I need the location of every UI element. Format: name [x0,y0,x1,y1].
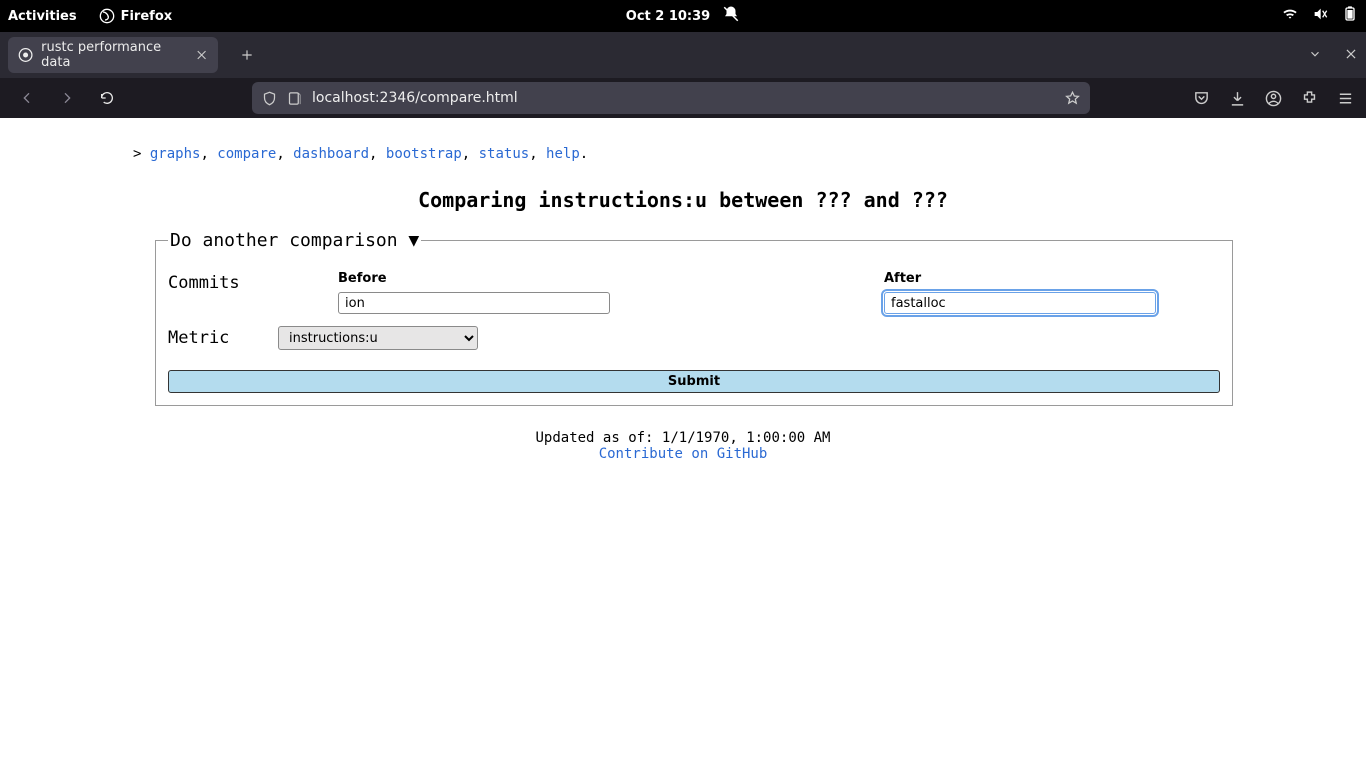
page-title: Comparing instructions:u between ??? and… [133,188,1233,212]
browser-tab-strip: rustc performance data [0,32,1366,78]
bookmark-star-icon[interactable] [1065,91,1080,106]
after-input[interactable] [884,292,1156,314]
page-info-icon [287,91,302,106]
forward-button[interactable] [52,83,82,113]
firefox-icon [99,8,115,24]
account-button[interactable] [1264,89,1282,107]
volume-icon[interactable] [1312,6,1328,26]
close-icon[interactable] [195,48,208,62]
url-text: localhost:2346/compare.html [312,90,518,106]
nav-link-compare[interactable]: compare [217,146,276,162]
nav-link-status[interactable]: status [479,146,530,162]
nav-link-help[interactable]: help [546,146,580,162]
nav-link-bootstrap[interactable]: bootstrap [386,146,462,162]
nav-link-graphs[interactable]: graphs [150,146,201,162]
updated-text: Updated as of: 1/1/1970, 1:00:00 AM [133,430,1233,446]
after-header: After [884,271,1220,286]
battery-icon[interactable] [1342,6,1358,26]
back-button[interactable] [12,83,42,113]
shield-icon [262,91,277,106]
browser-tab[interactable]: rustc performance data [8,37,218,73]
url-bar[interactable]: localhost:2346/compare.html [252,82,1090,114]
clock[interactable]: Oct 2 10:39 [626,9,710,24]
nav-link-dashboard[interactable]: dashboard [293,146,369,162]
commits-label: Commits [168,271,338,293]
window-close-button[interactable] [1344,46,1358,65]
pocket-button[interactable] [1192,89,1210,107]
all-tabs-button[interactable] [1308,46,1322,65]
comparison-fieldset: Do another comparison ▼ Commits Before A… [155,230,1233,406]
plus-icon [240,48,254,62]
extensions-button[interactable] [1300,89,1318,107]
fieldset-legend[interactable]: Do another comparison ▼ [168,230,421,251]
app-menu-button[interactable] [1336,89,1354,107]
submit-button[interactable]: Submit [168,370,1220,393]
app-name: Firefox [121,9,173,24]
breadcrumb: > graphs, compare, dashboard, bootstrap,… [133,118,1233,162]
new-tab-button[interactable] [232,40,262,70]
tab-title: rustc performance data [41,40,187,70]
metric-label: Metric [168,326,278,348]
nav-prefix: > [133,146,150,162]
metric-select[interactable]: instructions:u [278,326,478,350]
app-menu[interactable]: Firefox [99,8,173,24]
browser-toolbar: localhost:2346/compare.html [0,78,1366,118]
wifi-icon[interactable] [1282,6,1298,26]
notifications-off-icon[interactable] [722,5,740,27]
before-input[interactable] [338,292,610,314]
os-top-bar: Activities Firefox Oct 2 10:39 [0,0,1366,32]
activities-button[interactable]: Activities [8,9,77,24]
before-header: Before [338,271,674,286]
tab-favicon-icon [18,47,33,63]
contribute-link[interactable]: Contribute on GitHub [599,446,768,462]
downloads-button[interactable] [1228,89,1246,107]
reload-button[interactable] [92,83,122,113]
page-content: > graphs, compare, dashboard, bootstrap,… [0,118,1366,462]
